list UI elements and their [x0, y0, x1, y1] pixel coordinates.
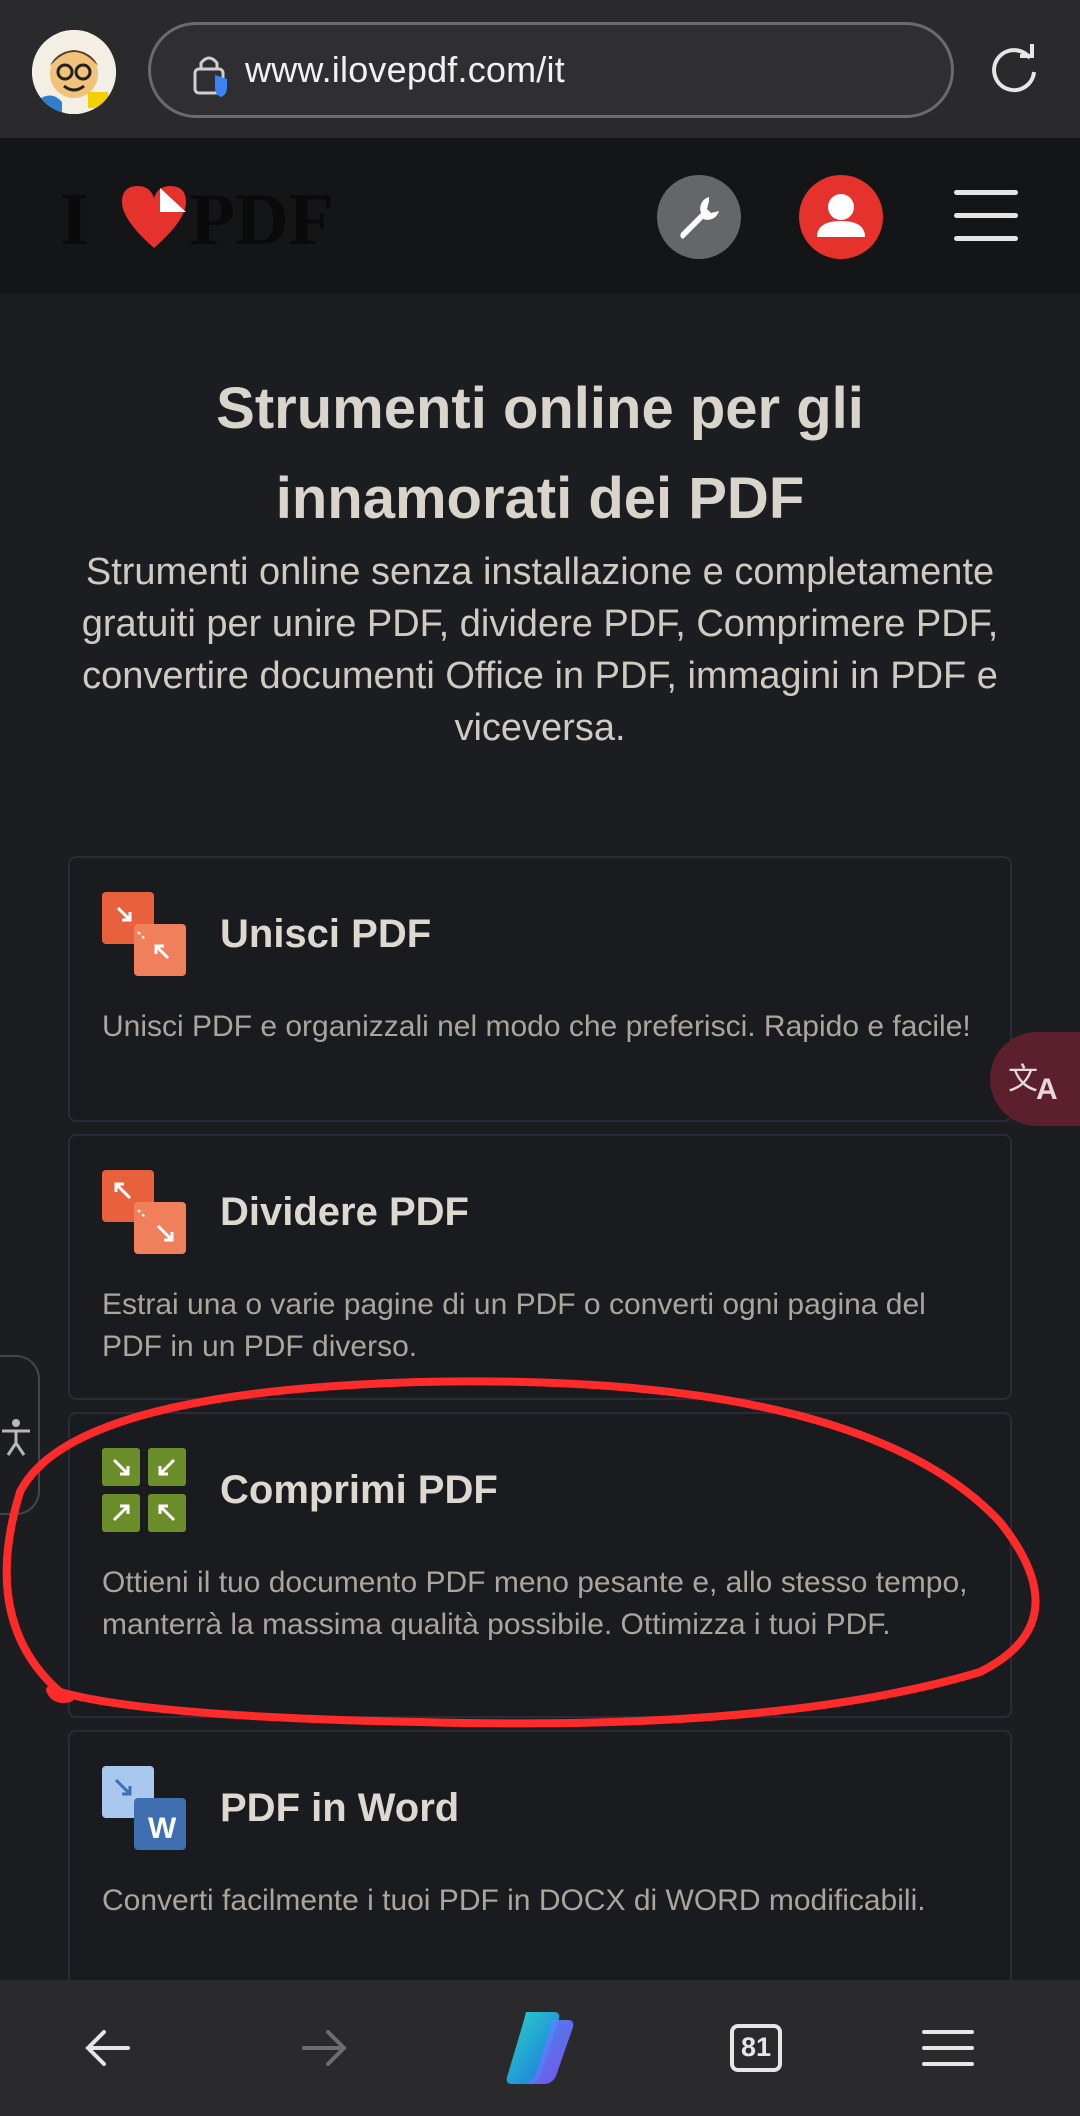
tool-title: Comprimi PDF — [220, 1468, 498, 1512]
profile-avatar-icon — [32, 30, 116, 114]
user-icon — [817, 194, 865, 237]
accessibility-icon — [2, 1419, 30, 1456]
tabs-button[interactable]: 81 — [718, 2010, 794, 2086]
page-title: Strumenti online per gli innamorati dei … — [80, 364, 1000, 544]
profile-avatar[interactable] — [32, 30, 116, 114]
site-header: I PDF — [0, 138, 1080, 294]
split-pdf-icon — [102, 1170, 186, 1254]
translate-floating-button[interactable]: 文 A — [990, 1032, 1080, 1126]
wrench-icon — [680, 197, 719, 239]
hamburger-menu-button[interactable] — [954, 190, 1018, 244]
compress-pdf-icon — [102, 1448, 186, 1532]
browser-bottom-bar: 81 — [0, 1980, 1080, 2116]
page-title-line1: Strumenti online per gli — [216, 376, 864, 441]
tool-description: Estrai una o varie pagine di un PDF o co… — [102, 1288, 926, 1363]
tool-title: Dividere PDF — [220, 1190, 469, 1234]
tool-card-pdf-in-word[interactable]: W PDF in Word Converti facilmente i tuoi… — [68, 1730, 1012, 1990]
url-text: www.ilovepdf.com/it — [245, 49, 565, 90]
tool-description: Converti facilmente i tuoi PDF in DOCX d… — [102, 1884, 926, 1917]
svg-text:I: I — [60, 179, 89, 260]
tool-description: Unisci PDF e organizzali nel modo che pr… — [102, 1010, 971, 1043]
tools-button[interactable] — [657, 175, 741, 259]
tool-title: Unisci PDF — [220, 912, 432, 956]
back-arrow-icon[interactable] — [70, 2010, 146, 2086]
tool-title: PDF in Word — [220, 1786, 460, 1830]
copilot-icon[interactable] — [496, 2004, 584, 2092]
page-title-line2: innamorati dei PDF — [275, 466, 805, 531]
tool-card-dividere-pdf[interactable]: Dividere PDF Estrai una o varie pagine d… — [68, 1134, 1012, 1400]
reload-icon[interactable] — [990, 44, 1040, 94]
merge-pdf-icon — [102, 892, 186, 976]
browser-top-bar: www.ilovepdf.com/it — [0, 0, 1080, 138]
svg-text:PDF: PDF — [190, 179, 334, 260]
menu-line — [954, 190, 1018, 195]
user-account-button[interactable] — [799, 175, 883, 259]
pdf-to-word-icon: W — [102, 1766, 186, 1850]
svg-text:文: 文 — [1008, 1062, 1038, 1097]
browser-menu-icon[interactable] — [910, 2010, 986, 2086]
menu-line — [954, 213, 1018, 218]
ilovepdf-logo[interactable]: I PDF — [60, 176, 380, 260]
tool-card-unisci-pdf[interactable]: Unisci PDF Unisci PDF e organizzali nel … — [68, 856, 1012, 1122]
svg-text:A: A — [1036, 1073, 1058, 1106]
tool-description: Ottieni il tuo documento PDF meno pesant… — [102, 1566, 968, 1641]
secure-lock-icon — [193, 56, 227, 97]
menu-line — [954, 236, 1018, 241]
svg-text:W: W — [148, 1812, 177, 1845]
accessibility-tab[interactable] — [0, 1355, 40, 1515]
page-subtitle: Strumenti online senza installazione e c… — [81, 551, 999, 749]
tool-card-comprimi-pdf[interactable]: Comprimi PDF Ottieni il tuo documento PD… — [68, 1412, 1012, 1718]
forward-arrow-icon[interactable] — [286, 2010, 362, 2086]
tab-count: 81 — [740, 2032, 772, 2062]
address-bar[interactable]: www.ilovepdf.com/it — [148, 22, 954, 118]
translate-icon: 文 A — [1008, 1062, 1058, 1106]
